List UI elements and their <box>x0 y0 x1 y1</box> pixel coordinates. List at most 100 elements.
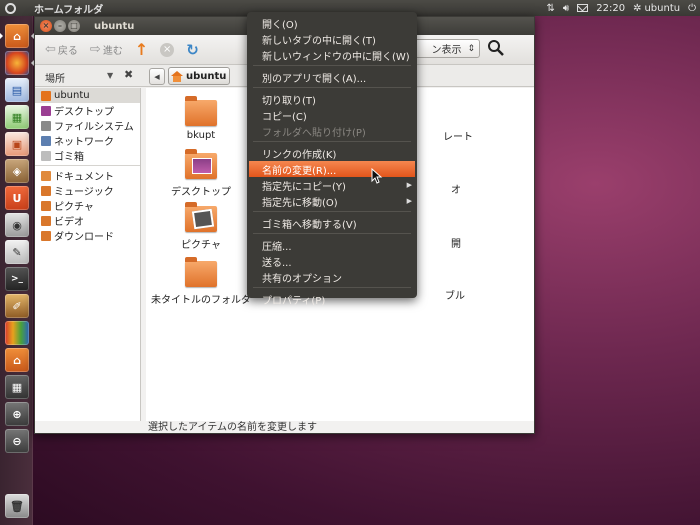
breadcrumb-label: ubuntu <box>186 70 227 82</box>
launcher-camera-icon[interactable]: ◉ <box>5 213 29 237</box>
menu-item[interactable]: 開く(O) <box>247 15 417 31</box>
file-label: 未タイトルのフォルダ <box>151 295 251 306</box>
places-sidebar: ubuntu デスクトップ ファイルシステム ネットワーク ゴミ箱 ドキュメント… <box>35 88 141 421</box>
pictures-icon <box>41 200 51 211</box>
clock-indicator[interactable]: 22:20 <box>596 3 625 14</box>
sidebar-item-label: ネットワーク <box>54 137 114 148</box>
launcher-terminal-icon[interactable]: >_ <box>5 267 29 291</box>
menu-item[interactable]: 新しいタブの中に開く(T) <box>247 31 417 47</box>
launcher-color-pencils-icon[interactable] <box>5 321 29 345</box>
places-selector[interactable]: 場所 <box>45 70 65 85</box>
menu-item[interactable]: 送る... <box>247 253 417 269</box>
reload-button[interactable]: ↻ <box>182 39 203 61</box>
volume-indicator-icon[interactable]: 🔊︎ <box>563 3 569 14</box>
launcher-trash-icon[interactable]: 🗑︎ <box>5 494 29 518</box>
sidebar-item-pictures[interactable]: ピクチャ <box>35 198 140 213</box>
launcher-writer-icon[interactable]: ▤ <box>5 78 29 102</box>
file-item-bkupt[interactable]: bkupt <box>146 96 256 141</box>
sidebar-item-filesystem[interactable]: ファイルシステム <box>35 118 140 133</box>
mouse-pointer-icon <box>371 168 383 184</box>
messaging-indicator-icon[interactable] <box>577 4 589 12</box>
sidebar-item-network[interactable]: ネットワーク <box>35 133 140 148</box>
menu-item-label: 共有のオプション <box>262 273 342 285</box>
launcher-impress-icon[interactable]: ▣ <box>5 132 29 156</box>
menu-item[interactable]: コピー(C) <box>247 107 417 123</box>
stop-button[interactable]: × <box>156 41 178 59</box>
menu-separator <box>253 65 411 66</box>
menu-item-label: 別のアプリで開く(A)... <box>262 73 367 85</box>
window-maximize-button[interactable]: □ <box>68 20 80 32</box>
file-item-desktop[interactable]: デスクトップ <box>146 149 256 198</box>
menu-item-label: 圧縮... <box>262 241 292 253</box>
sidebar-item-label: ピクチャ <box>54 202 94 213</box>
user-indicator[interactable]: ✲ ubuntu <box>633 3 680 14</box>
up-button[interactable]: ↑ <box>131 38 152 61</box>
sidebar-item-label: ドキュメント <box>54 172 114 183</box>
file-item-pictures[interactable]: ピクチャ <box>146 202 256 251</box>
launcher-graphics-icon[interactable]: ✐ <box>5 294 29 318</box>
sidebar-item-documents[interactable]: ドキュメント <box>35 168 140 183</box>
file-item-public-partial[interactable]: 開 <box>451 235 461 250</box>
sidebar-item-music[interactable]: ミュージック <box>35 183 140 198</box>
menu-item[interactable]: 共有のオプション <box>247 269 417 285</box>
arrow-right-icon: ⇨ <box>89 42 101 57</box>
menu-item[interactable]: 別のアプリで開く(A)... <box>247 69 417 85</box>
file-item-videos-partial[interactable]: オ <box>451 181 461 196</box>
indicator-area: ⇅ 🔊︎ 22:20 ✲ ubuntu ⏻ <box>547 0 696 16</box>
menu-item[interactable]: プロパティ(P) <box>247 291 417 307</box>
desktop-folder-icon <box>185 149 217 179</box>
menu-item[interactable]: 圧縮... <box>247 237 417 253</box>
breadcrumb[interactable]: ubuntu <box>168 67 231 85</box>
dash-button[interactable] <box>0 0 20 16</box>
search-icon[interactable] <box>487 39 505 57</box>
user-name: ubuntu <box>644 2 681 14</box>
window-minimize-button[interactable]: – <box>54 20 66 32</box>
menu-item[interactable]: 名前の変更(R)... <box>249 161 415 177</box>
menu-separator <box>253 211 411 212</box>
folder-icon <box>185 257 217 287</box>
chevron-down-icon[interactable]: ▼ <box>107 71 113 80</box>
launcher-zoom-out-icon[interactable]: ⊖ <box>5 429 29 453</box>
launcher-text-editor-icon[interactable]: ✎ <box>5 240 29 264</box>
network-indicator-icon[interactable]: ⇅ <box>547 3 555 14</box>
launcher-ubuntu-one-icon[interactable]: U <box>5 186 29 210</box>
menu-item[interactable]: 切り取り(T) <box>247 91 417 107</box>
launcher-software-center-icon[interactable]: ◈ <box>5 159 29 183</box>
file-label: bkupt <box>186 130 216 141</box>
menu-item-label: プロパティ(P) <box>262 295 326 307</box>
documents-icon <box>41 170 51 181</box>
menu-item[interactable]: リンクの作成(K) <box>247 145 417 161</box>
back-button-label: 戻る <box>57 46 78 57</box>
network-icon <box>41 135 51 146</box>
home-icon <box>41 90 51 101</box>
file-item-untitled-folder[interactable]: 未タイトルのフォルダ <box>146 257 256 306</box>
sidebar-item-downloads[interactable]: ダウンロード <box>35 228 140 243</box>
launcher-home-folder-icon[interactable]: ⌂ <box>0 24 34 48</box>
sidebar-item-desktop[interactable]: デスクトップ <box>35 103 140 118</box>
envelope-icon <box>577 4 589 12</box>
power-icon[interactable]: ⏻ <box>688 3 696 14</box>
close-sidebar-icon[interactable]: ✖ <box>124 68 133 81</box>
menu-separator <box>253 87 411 88</box>
menu-item[interactable]: 新しいウィンドウの中に開く(W) <box>247 47 417 63</box>
file-item-templates-partial[interactable]: レート <box>443 128 473 143</box>
sidebar-item-videos[interactable]: ビデオ <box>35 213 140 228</box>
breadcrumb-back-button[interactable]: ◀ <box>149 68 165 85</box>
menu-separator <box>253 287 411 288</box>
sidebar-item-label: ubuntu <box>54 90 90 101</box>
forward-button[interactable]: ⇨ 進む <box>86 40 127 59</box>
window-close-button[interactable]: × <box>40 20 52 32</box>
menu-item[interactable]: ゴミ箱へ移動する(V) <box>247 215 417 231</box>
menu-item[interactable]: 指定先にコピー(Y) ▶ <box>247 177 417 193</box>
menu-item[interactable]: 指定先に移動(O) ▶ <box>247 193 417 209</box>
launcher-workspace-switcher-icon[interactable]: ▦ <box>5 375 29 399</box>
launcher-home-folder-2-icon[interactable]: ⌂ <box>5 348 29 372</box>
back-button[interactable]: ⇦ 戻る <box>41 40 82 59</box>
launcher-calc-icon[interactable]: ▦ <box>5 105 29 129</box>
file-item-examples-partial[interactable]: ブル <box>445 287 465 302</box>
launcher-zoom-in-icon[interactable]: ⊕ <box>5 402 29 426</box>
launcher: ⌂ ▤ ▦ ▣ ◈ U ◉ ✎ >_ ✐ ⌂ ▦ ⊕ ⊖ 🗑︎ <box>0 16 34 525</box>
launcher-firefox-icon[interactable] <box>5 51 34 75</box>
sidebar-item-home[interactable]: ubuntu <box>35 88 140 103</box>
sidebar-item-trash[interactable]: ゴミ箱 <box>35 148 140 163</box>
